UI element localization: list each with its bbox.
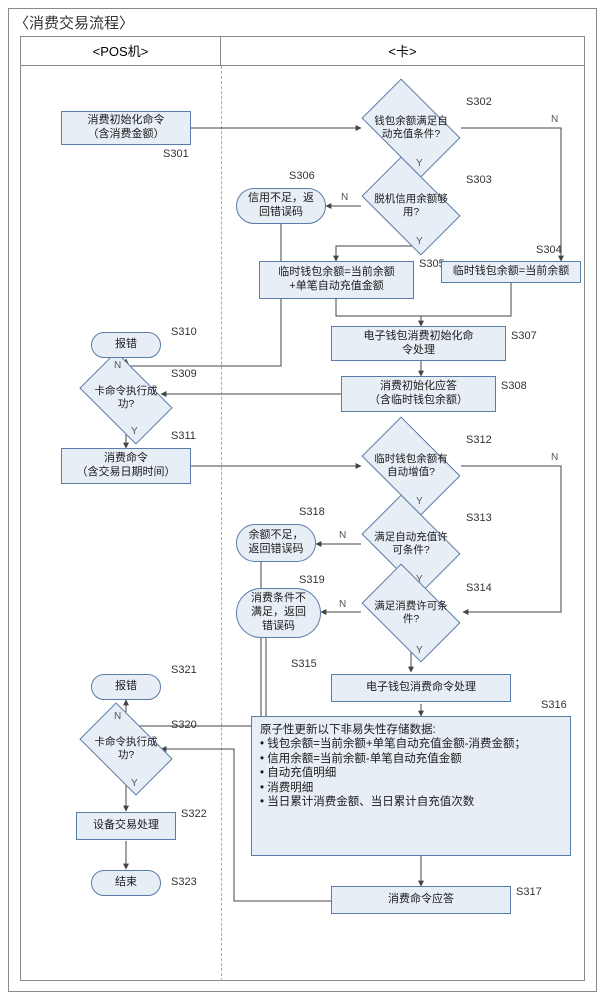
edge-s309-y: Y: [131, 426, 138, 437]
node-consume-cmd: 消费命令 （含交易日期时间）: [61, 448, 191, 484]
node-consume-permit: 满足消费许可条 件?: [369, 585, 453, 641]
node-temp-balance-add: 临时钱包余额=当前余额 +单笔自动充值金额: [259, 261, 414, 299]
node-init-response: 消费初始化应答 （含临时钱包余额）: [341, 376, 496, 412]
node-cmd-success-1: 卡命令执行成 功?: [86, 372, 166, 424]
label-s307: S307: [511, 330, 537, 342]
node-consume-cond-fail: 消费条件不 满足，返回 错误码: [236, 588, 321, 638]
node-init-command: 消费初始化命令 （含消费金额）: [61, 111, 191, 145]
edge-s314-y: Y: [416, 645, 423, 656]
node-device-txn: 设备交易处理: [76, 812, 176, 840]
label-s309: S309: [171, 368, 197, 380]
label-s311: S311: [171, 430, 196, 442]
label-s322: S322: [181, 808, 207, 820]
node-balance-insufficient: 余额不足， 返回错误码: [236, 524, 316, 562]
label-s302: S302: [466, 96, 492, 108]
label-s317: S317: [516, 886, 542, 898]
label-s320: S320: [171, 719, 197, 731]
label-s303: S303: [466, 174, 492, 186]
label-s314: S314: [466, 582, 492, 594]
edge-s303-y: Y: [416, 236, 423, 247]
node-temp-balance-same: 临时钱包余额=当前余额: [441, 261, 581, 283]
node-credit-insufficient: 信用不足，返 回错误码: [236, 188, 326, 224]
node-init-handle: 电子钱包消费初始化命 令处理: [331, 326, 506, 361]
edge-s313-n: N: [339, 530, 346, 541]
label-s312: S312: [466, 434, 492, 446]
diagram-title: 〈消费交易流程〉: [14, 12, 134, 33]
node-atomic-update: 原子性更新以下非易失性存储数据: • 钱包余额=当前余额+单笔自动充值金额-消费…: [251, 716, 571, 856]
edge-s314-n: N: [339, 599, 346, 610]
node-consume-handle: 电子钱包消费命令处理: [331, 674, 511, 702]
label-s313: S313: [466, 512, 492, 524]
label-s319: S319: [299, 574, 325, 586]
swimlane-header: <POS机> <卡>: [20, 36, 585, 66]
edge-s320-n: N: [114, 711, 121, 722]
node-error-1: 报错: [91, 332, 161, 358]
label-s310: S310: [171, 326, 197, 338]
node-error-2: 报错: [91, 674, 161, 700]
lane-card-header: <卡>: [221, 37, 584, 65]
edge-s312-n: N: [551, 452, 558, 463]
label-s304: S304: [536, 244, 562, 256]
node-temp-has-auto: 临时钱包余额有 自动增值?: [369, 438, 453, 494]
label-s306: S306: [289, 170, 315, 182]
lane-pos-header: <POS机>: [21, 37, 221, 65]
label-s316: S316: [541, 699, 567, 711]
edge-s303-n: N: [341, 192, 348, 203]
label-s315: S315: [291, 658, 317, 670]
label-s308: S308: [501, 380, 527, 392]
label-s301: S301: [163, 148, 189, 160]
node-credit-check: 脱机信用余额够 用?: [369, 178, 453, 234]
label-s318: S318: [299, 506, 325, 518]
edge-s320-y: Y: [131, 778, 138, 789]
edge-s302-y: Y: [416, 158, 423, 169]
node-auto-permit: 满足自动充值许 可条件?: [369, 516, 453, 572]
edge-s309-n: N: [114, 360, 121, 371]
label-s321: S321: [171, 664, 197, 676]
node-cmd-success-2: 卡命令执行成 功?: [86, 723, 166, 775]
node-balance-check: 钱包余额满足自 动充值条件?: [369, 100, 453, 156]
edge-s312-y: Y: [416, 496, 423, 507]
flow-canvas: 消费初始化命令 （含消费金额） S301 钱包余额满足自 动充值条件? S302…: [21, 66, 586, 981]
edge-s302-n: N: [551, 114, 558, 125]
swimlane-body: 消费初始化命令 （含消费金额） S301 钱包余额满足自 动充值条件? S302…: [20, 66, 585, 981]
node-end: 结束: [91, 870, 161, 896]
label-s323: S323: [171, 876, 197, 888]
node-consume-response: 消费命令应答: [331, 886, 511, 914]
